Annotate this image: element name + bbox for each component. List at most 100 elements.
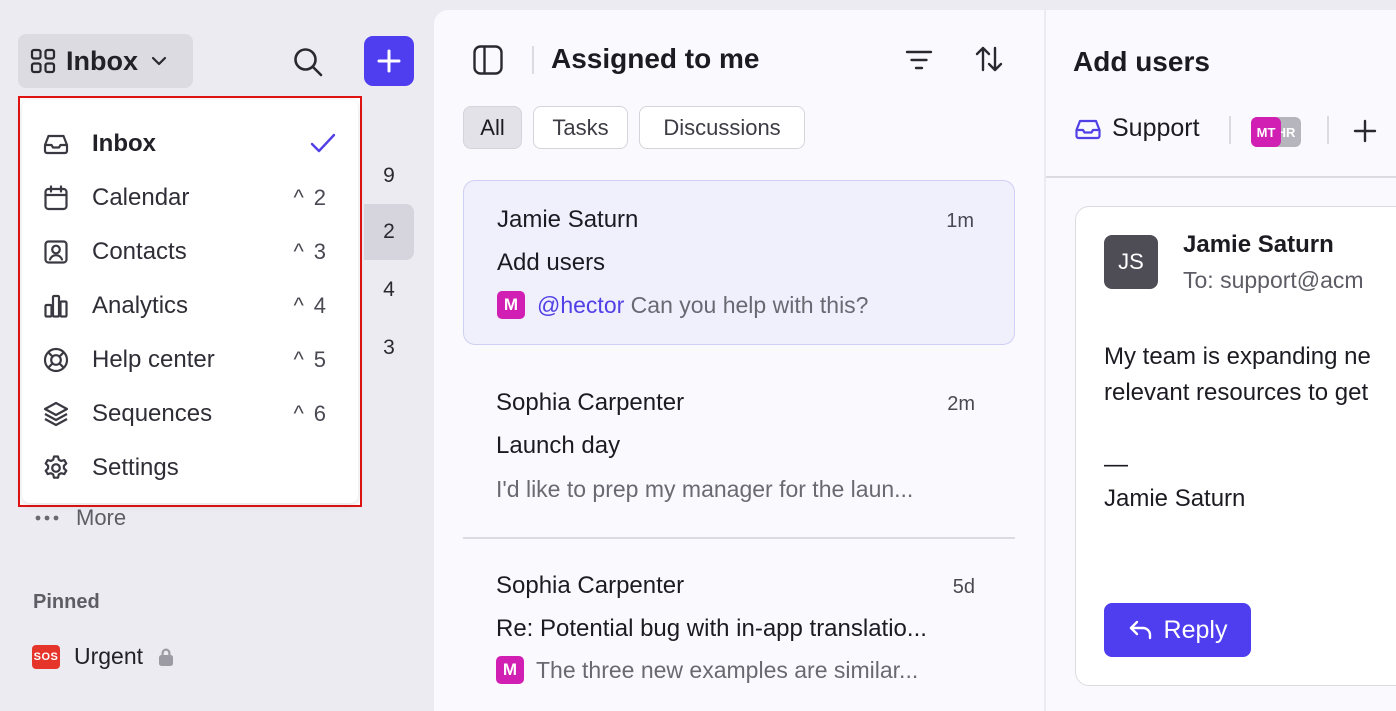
menu-item-label: Analytics — [92, 292, 189, 319]
filter-chip-discussions[interactable]: Discussions — [639, 106, 805, 149]
workspace-dropdown: Inbox Calendar ^2 Contacts ^3 Analytics — [18, 96, 362, 507]
menu-item-shortcut: ^5 — [293, 347, 336, 372]
gear-icon — [42, 454, 70, 482]
conversation-time: 1m — [946, 210, 974, 232]
inbox-tray-icon — [42, 130, 70, 158]
conversation-preview: I'd like to prep my manager for the laun… — [496, 476, 914, 502]
checkmark-icon — [310, 132, 336, 154]
filter-button[interactable] — [904, 46, 934, 74]
conversation-preview: M @hector Can you help with this? — [497, 291, 868, 319]
compose-button[interactable] — [364, 36, 414, 86]
reply-arrow-icon — [1128, 618, 1154, 642]
menu-item-label: Settings — [92, 454, 179, 481]
nav-count: 9 — [383, 164, 395, 187]
search-button[interactable] — [284, 38, 332, 86]
menu-item-shortcut: ^4 — [293, 293, 336, 318]
preview-text: Can you help with this? — [630, 291, 869, 318]
chevron-down-icon — [148, 50, 170, 72]
filter-chip-all[interactable]: All — [463, 106, 522, 149]
toolbar-divider — [1229, 116, 1231, 144]
sort-button[interactable] — [974, 44, 1004, 74]
menu-item-analytics[interactable]: Analytics ^4 — [22, 279, 358, 333]
conversation-time: 5d — [952, 576, 975, 598]
sidebar-panel-icon — [472, 44, 504, 76]
header-divider — [532, 46, 534, 74]
menu-item-contacts[interactable]: Contacts ^3 — [22, 225, 358, 279]
more-label: More — [76, 505, 127, 530]
menu-item-shortcut: ^3 — [293, 239, 336, 264]
reply-button[interactable]: Reply — [1104, 603, 1251, 657]
grid-icon — [30, 48, 56, 74]
signature-dash: — — [1104, 451, 1128, 478]
message-card: JS Jamie Saturn To: support@acm My team … — [1075, 206, 1396, 686]
toolbar-divider — [1327, 116, 1329, 144]
nav-count: 4 — [383, 278, 395, 301]
conversation-item[interactable]: Sophia Carpenter 5d Re: Potential bug wi… — [463, 548, 1015, 711]
search-icon — [292, 46, 324, 78]
menu-item-label: Help center — [92, 346, 215, 373]
conversation-title: Add users — [1073, 46, 1210, 77]
message-recipient: To: support@acm — [1183, 267, 1364, 293]
sender-avatar: JS — [1104, 235, 1158, 289]
message-body-line: relevant resources to get — [1104, 379, 1369, 406]
user-avatar-m: M — [497, 291, 525, 319]
sos-icon: SOS — [32, 644, 60, 669]
menu-item-shortcut: ^2 — [293, 185, 336, 210]
inbox-selector[interactable]: Support — [1074, 114, 1200, 143]
member-avatar-mt[interactable]: MT — [1251, 117, 1281, 147]
conversation-subject: Launch day — [496, 432, 621, 459]
lifebuoy-icon — [42, 346, 70, 374]
inbox-label: Support — [1112, 114, 1200, 142]
calendar-icon — [42, 184, 70, 212]
filter-icon — [904, 46, 934, 74]
add-member-button[interactable] — [1352, 118, 1378, 144]
workspace-switcher[interactable]: Inbox — [18, 34, 193, 88]
menu-item-label: Calendar — [92, 184, 190, 211]
conversation-preview: M The three new examples are similar... — [496, 656, 918, 684]
more-button[interactable]: More — [34, 505, 126, 531]
menu-item-settings[interactable]: Settings — [22, 441, 358, 495]
nav-count: 3 — [383, 336, 395, 359]
message-sender: Jamie Saturn — [1183, 231, 1334, 258]
lock-icon — [157, 647, 175, 667]
menu-item-label: Inbox — [92, 130, 156, 157]
menu-item-calendar[interactable]: Calendar ^2 — [22, 171, 358, 225]
message-body-line: My team is expanding ne — [1104, 343, 1371, 370]
conversation-subject: Add users — [497, 249, 606, 276]
reply-label: Reply — [1163, 615, 1228, 644]
contact-card-icon — [42, 238, 70, 266]
page-title: Assigned to me — [551, 43, 760, 74]
menu-item-label: Sequences — [92, 400, 213, 427]
dropdown-panel: Inbox Calendar ^2 Contacts ^3 Analytics — [22, 100, 358, 503]
panel-divider — [1046, 176, 1396, 178]
mention-link[interactable]: @hector — [537, 292, 624, 318]
conversation-sender: Sophia Carpenter — [496, 389, 685, 416]
conversation-item-selected[interactable]: Jamie Saturn 1m Add users M @hector Can … — [463, 180, 1015, 345]
menu-item-shortcut: ^6 — [293, 401, 336, 426]
conversation-subject: Re: Potential bug with in-app translatio… — [496, 615, 927, 642]
menu-item-inbox[interactable]: Inbox — [22, 117, 358, 171]
conversation-sender: Jamie Saturn — [497, 206, 639, 233]
sort-arrows-icon — [974, 44, 1004, 74]
bar-chart-icon — [42, 292, 70, 320]
plus-icon — [376, 48, 402, 74]
menu-item-label: Contacts — [92, 238, 187, 265]
pinned-item-label: Urgent — [74, 643, 144, 669]
conversation-sender: Sophia Carpenter — [496, 572, 685, 599]
conversation-item[interactable]: Sophia Carpenter 2m Launch day I'd like … — [463, 365, 1015, 530]
pinned-item-urgent[interactable]: SOS Urgent — [32, 643, 175, 670]
filter-chip-tasks[interactable]: Tasks — [533, 106, 628, 149]
menu-item-sequences[interactable]: Sequences ^6 — [22, 387, 358, 441]
conversation-list-panel: Assigned to me All Tasks Discussions Jam… — [434, 10, 1044, 711]
plus-icon — [1352, 118, 1378, 144]
nav-count-selected: 2 — [364, 204, 414, 260]
toggle-sidebar-button[interactable] — [472, 44, 504, 76]
pinned-heading: Pinned — [33, 591, 100, 613]
preview-text: The three new examples are similar... — [536, 656, 919, 683]
menu-item-help-center[interactable]: Help center ^5 — [22, 333, 358, 387]
workspace-label: Inbox — [66, 45, 138, 76]
inbox-tray-icon — [1074, 116, 1102, 142]
layers-icon — [42, 400, 70, 428]
signature-name: Jamie Saturn — [1104, 485, 1246, 512]
ellipsis-icon — [34, 514, 60, 522]
